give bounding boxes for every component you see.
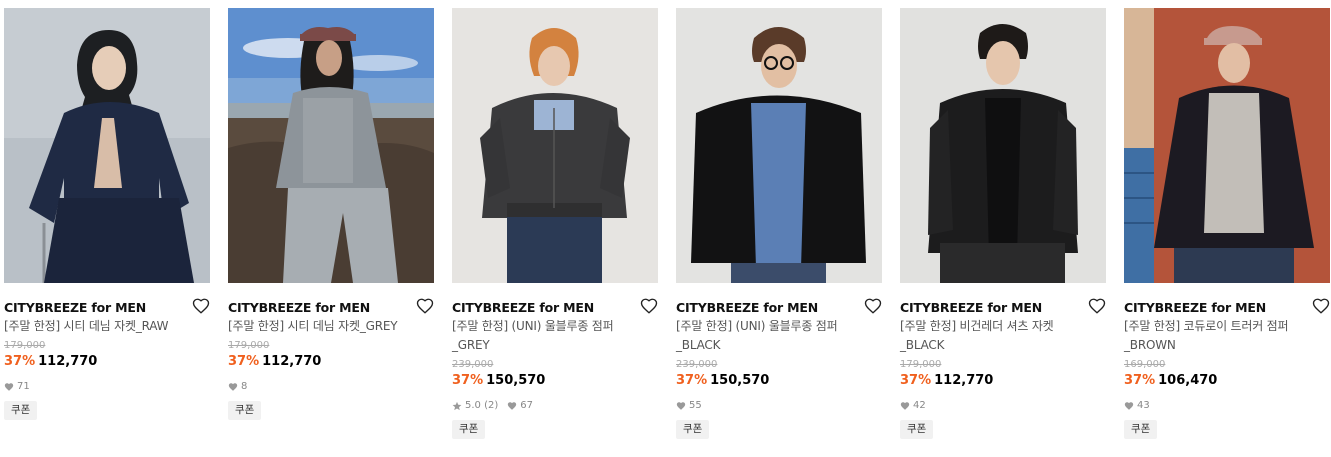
like-count: 8 [241, 381, 248, 392]
original-price: 179,000 [228, 340, 270, 351]
original-price: 239,000 [676, 359, 718, 370]
heart-filled-icon [676, 402, 686, 410]
original-price: 239,000 [452, 359, 494, 370]
like-count: 67 [520, 400, 533, 411]
like-count: 42 [913, 400, 926, 411]
coupon-badge[interactable]: 쿠폰 [1124, 420, 1158, 439]
rating-score: 5.0 [465, 400, 481, 411]
discount-rate: 37% [900, 373, 932, 388]
product-card[interactable]: CITYBREEZE for MEN [주말 한정] (UNI) 울블루종 점퍼… [676, 8, 882, 439]
product-title[interactable]: [주말 한정] 코듀로이 트러커 점퍼 _BROWN [1124, 317, 1309, 355]
wishlist-heart-icon[interactable] [1088, 297, 1106, 315]
price-row: 37% 112,770 [4, 353, 210, 371]
product-image[interactable] [4, 8, 210, 283]
meta-row: 5.0 (2) 67 [452, 399, 658, 413]
coupon-badge[interactable]: 쿠폰 [452, 420, 486, 439]
product-title[interactable]: [주말 한정] 비건레더 셔츠 자켓 _BLACK [900, 317, 1075, 355]
sale-price: 112,770 [38, 354, 98, 369]
meta-row: 42 [900, 399, 1106, 413]
discount-rate: 37% [4, 354, 36, 369]
discount-rate: 37% [676, 373, 708, 388]
price-row: 37% 150,570 [676, 372, 882, 390]
coupon-badge[interactable]: 쿠폰 [900, 420, 934, 439]
product-image[interactable] [228, 8, 434, 283]
product-image[interactable] [900, 8, 1106, 283]
heart-filled-icon [900, 402, 910, 410]
price-row: 37% 112,770 [228, 353, 434, 371]
original-price: 169,000 [1124, 359, 1166, 370]
sale-price: 106,470 [1158, 373, 1218, 388]
product-image[interactable] [1124, 8, 1330, 283]
price-row: 37% 150,570 [452, 372, 658, 390]
meta-row: 8 [228, 380, 434, 394]
brand-name[interactable]: CITYBREEZE for MEN [900, 300, 1042, 315]
brand-name[interactable]: CITYBREEZE for MEN [228, 300, 370, 315]
price-row: 37% 112,770 [900, 372, 1106, 390]
original-price: 179,000 [900, 359, 942, 370]
product-title[interactable]: [주말 한정] (UNI) 울블루종 점퍼 _BLACK [676, 317, 856, 355]
sale-price: 112,770 [934, 373, 994, 388]
wishlist-heart-icon[interactable] [416, 297, 434, 315]
coupon-badge[interactable]: 쿠폰 [4, 401, 38, 420]
heart-filled-icon [508, 402, 517, 410]
product-card[interactable]: CITYBREEZE for MEN [주말 한정] 코듀로이 트러커 점퍼 _… [1124, 8, 1330, 439]
product-title[interactable]: [주말 한정] 시티 데님 자켓_GREY [228, 317, 434, 336]
product-card[interactable]: CITYBREEZE for MEN [주말 한정] 시티 데님 자켓_RAW … [4, 8, 210, 420]
wishlist-heart-icon[interactable] [864, 297, 882, 315]
brand-name[interactable]: CITYBREEZE for MEN [1124, 300, 1266, 315]
heart-filled-icon [228, 383, 238, 391]
like-count: 55 [689, 400, 702, 411]
wishlist-heart-icon[interactable] [192, 297, 210, 315]
like-count: 71 [17, 381, 30, 392]
heart-filled-icon [4, 383, 14, 391]
sale-price: 112,770 [262, 354, 322, 369]
like-count: 43 [1137, 400, 1150, 411]
product-title[interactable]: [주말 한정] (UNI) 울블루종 점퍼 _GREY [452, 317, 632, 355]
heart-filled-icon [1124, 402, 1134, 410]
brand-name[interactable]: CITYBREEZE for MEN [4, 300, 146, 315]
sale-price: 150,570 [486, 373, 546, 388]
discount-rate: 37% [228, 354, 260, 369]
product-card[interactable]: CITYBREEZE for MEN [주말 한정] 시티 데님 자켓_GREY… [228, 8, 434, 420]
discount-rate: 37% [452, 373, 484, 388]
meta-row: 43 [1124, 399, 1330, 413]
discount-rate: 37% [1124, 373, 1156, 388]
product-title[interactable]: [주말 한정] 시티 데님 자켓_RAW [4, 317, 210, 336]
wishlist-heart-icon[interactable] [1312, 297, 1330, 315]
meta-row: 71 [4, 380, 210, 394]
star-icon [452, 401, 462, 411]
coupon-badge[interactable]: 쿠폰 [228, 401, 262, 420]
brand-name[interactable]: CITYBREEZE for MEN [452, 300, 594, 315]
meta-row: 55 [676, 399, 882, 413]
product-image[interactable] [676, 8, 882, 283]
product-grid: CITYBREEZE for MEN [주말 한정] 시티 데님 자켓_RAW … [0, 0, 1331, 457]
product-card[interactable]: CITYBREEZE for MEN [주말 한정] 비건레더 셔츠 자켓 _B… [900, 8, 1106, 439]
review-count: (2) [484, 400, 499, 411]
original-price: 179,000 [4, 340, 46, 351]
brand-name[interactable]: CITYBREEZE for MEN [676, 300, 818, 315]
product-card[interactable]: CITYBREEZE for MEN [주말 한정] (UNI) 울블루종 점퍼… [452, 8, 658, 439]
sale-price: 150,570 [710, 373, 770, 388]
wishlist-heart-icon[interactable] [640, 297, 658, 315]
product-image[interactable] [452, 8, 658, 283]
price-row: 37% 106,470 [1124, 372, 1330, 390]
coupon-badge[interactable]: 쿠폰 [676, 420, 710, 439]
